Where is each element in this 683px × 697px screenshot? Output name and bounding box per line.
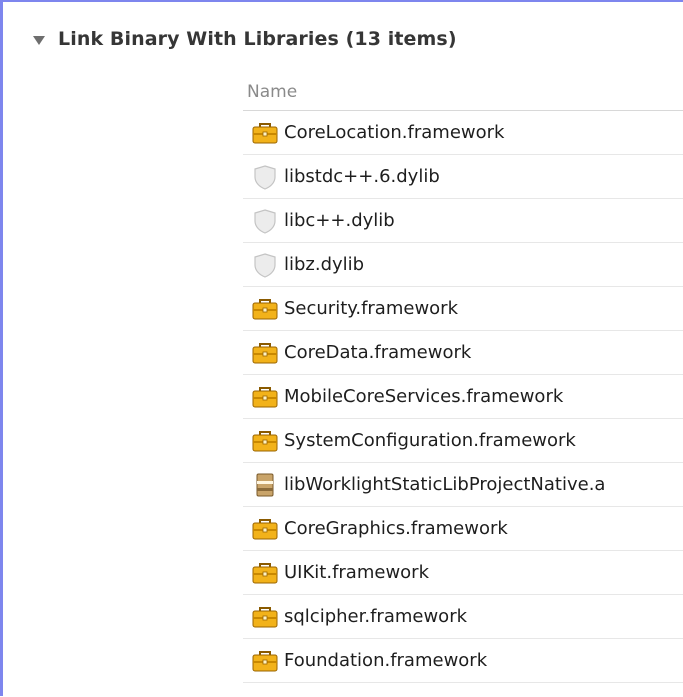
dylib-shield-icon <box>250 208 280 234</box>
libraries-table: Name CoreLocation.framework libstdc++.6.d… <box>243 74 683 683</box>
library-row[interactable]: SystemConfiguration.framework <box>243 419 683 463</box>
static-library-icon <box>250 472 280 498</box>
build-phase-panel: Link Binary With Libraries (13 items) Na… <box>0 0 683 696</box>
library-row[interactable]: sqlcipher.framework <box>243 595 683 639</box>
library-row[interactable]: libc++.dylib <box>243 199 683 243</box>
library-row[interactable]: UIKit.framework <box>243 551 683 595</box>
libraries-list: CoreLocation.framework libstdc++.6.dylib l… <box>243 111 683 683</box>
framework-toolbox-icon <box>250 120 280 146</box>
library-name: libWorklightStaticLibProjectNative.a <box>284 474 606 495</box>
framework-toolbox-icon <box>250 384 280 410</box>
framework-toolbox-icon <box>250 296 280 322</box>
link-binary-section-header[interactable]: Link Binary With Libraries (13 items) <box>33 27 457 51</box>
dylib-shield-icon <box>250 164 280 190</box>
section-title: Link Binary With Libraries (13 items) <box>58 28 457 50</box>
library-name: SystemConfiguration.framework <box>284 430 576 451</box>
name-column-header[interactable]: Name <box>243 74 683 111</box>
library-name: Security.framework <box>284 298 459 319</box>
library-row[interactable]: CoreGraphics.framework <box>243 507 683 551</box>
library-name: libc++.dylib <box>284 210 395 231</box>
library-name: libstdc++.6.dylib <box>284 166 440 187</box>
library-row[interactable]: Foundation.framework <box>243 639 683 683</box>
library-row[interactable]: Security.framework <box>243 287 683 331</box>
library-row[interactable]: CoreData.framework <box>243 331 683 375</box>
library-name: UIKit.framework <box>284 562 430 583</box>
library-name: libz.dylib <box>284 254 365 275</box>
library-row[interactable]: CoreLocation.framework <box>243 111 683 155</box>
framework-toolbox-icon <box>250 340 280 366</box>
library-row[interactable]: libz.dylib <box>243 243 683 287</box>
disclosure-triangle-down-icon[interactable] <box>33 35 45 45</box>
framework-toolbox-icon <box>250 648 280 674</box>
framework-toolbox-icon <box>250 560 280 586</box>
library-row[interactable]: libWorklightStaticLibProjectNative.a <box>243 463 683 507</box>
library-name: sqlcipher.framework <box>284 606 468 627</box>
library-row[interactable]: libstdc++.6.dylib <box>243 155 683 199</box>
framework-toolbox-icon <box>250 428 280 454</box>
library-name: CoreGraphics.framework <box>284 518 508 539</box>
library-name: MobileCoreServices.framework <box>284 386 564 407</box>
framework-toolbox-icon <box>250 516 280 542</box>
library-name: CoreData.framework <box>284 342 472 363</box>
dylib-shield-icon <box>250 252 280 278</box>
library-name: Foundation.framework <box>284 650 488 671</box>
library-name: CoreLocation.framework <box>284 122 505 143</box>
framework-toolbox-icon <box>250 604 280 630</box>
library-row[interactable]: MobileCoreServices.framework <box>243 375 683 419</box>
